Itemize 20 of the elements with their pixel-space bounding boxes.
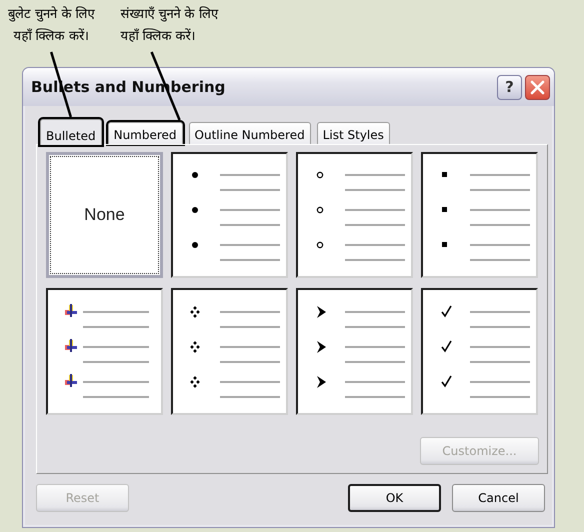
bullet-style-option[interactable] [171, 152, 288, 278]
tab[interactable]: Numbered [108, 122, 183, 144]
none-label: None [84, 205, 125, 225]
tab[interactable]: Outline Numbered [188, 122, 311, 144]
cancel-button[interactable]: Cancel [452, 484, 545, 512]
bullet-style-option[interactable] [296, 288, 413, 415]
bullet-style-option[interactable] [421, 152, 538, 278]
close-button[interactable] [525, 74, 550, 100]
ok-button[interactable]: OK [348, 484, 441, 512]
bullet-style-option[interactable] [421, 288, 538, 415]
bullet-style-option[interactable] [46, 288, 163, 415]
bullet-style-option[interactable]: None [46, 152, 163, 278]
help-button[interactable]: ? [497, 74, 522, 100]
close-icon [530, 80, 545, 94]
bullet-style-option[interactable] [296, 152, 413, 278]
tab[interactable]: Bulleted [40, 119, 102, 145]
callout-text: संख्याएँ चुनने के लिए यहाँ क्लिक करें। [120, 5, 218, 46]
tab[interactable]: List Styles [316, 122, 390, 144]
bullet-style-option[interactable] [171, 288, 288, 415]
callout-text: बुलेट चुनने के लिए यहाँ क्लिक करें। [8, 5, 94, 46]
